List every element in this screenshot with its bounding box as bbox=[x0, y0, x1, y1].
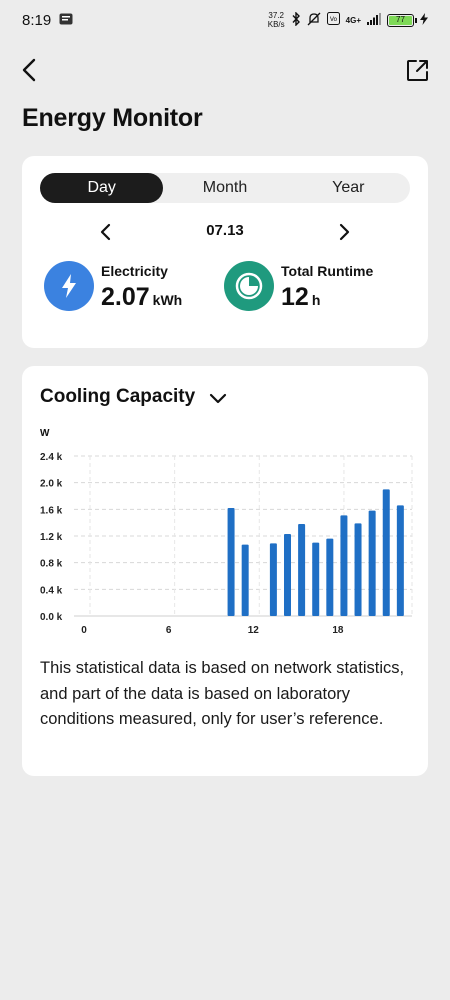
lightning-icon bbox=[44, 261, 94, 311]
chart-bar bbox=[298, 524, 306, 616]
x-tick-label: 12 bbox=[248, 625, 260, 636]
tab-day[interactable]: Day bbox=[40, 173, 164, 203]
disclaimer-text: This statistical data is based on networ… bbox=[40, 659, 405, 728]
net-speed-unit: KB/s bbox=[267, 20, 285, 29]
charging-icon bbox=[420, 12, 428, 28]
status-left: 8:19 bbox=[22, 12, 73, 29]
chart-bar bbox=[368, 510, 376, 616]
mute-icon bbox=[307, 12, 321, 29]
y-axis-label: W bbox=[40, 428, 50, 439]
status-right: 37.2 KB/s Vo 4G+ 77 bbox=[268, 10, 428, 29]
runtime-value-row: 12 h bbox=[281, 283, 320, 312]
y-tick-label: 2.0 k bbox=[40, 479, 63, 490]
bluetooth-icon bbox=[291, 10, 301, 29]
chart-bar bbox=[241, 544, 249, 616]
y-tick-label: 0.4 k bbox=[40, 585, 63, 596]
network-type: 4G+ bbox=[345, 15, 361, 25]
chart-bar bbox=[227, 508, 235, 616]
signal-icon bbox=[367, 12, 381, 28]
chart-bar bbox=[340, 515, 348, 616]
net-speed: 37.2 KB/s bbox=[268, 11, 285, 29]
share-icon bbox=[407, 60, 428, 81]
date-selector: 07.13 bbox=[22, 220, 428, 244]
period-tabs: Day Month Year bbox=[40, 173, 410, 203]
svg-text:Vo: Vo bbox=[330, 16, 338, 23]
back-arrow-icon bbox=[22, 58, 36, 82]
status-time: 8:19 bbox=[22, 11, 52, 29]
y-tick-label: 0.8 k bbox=[40, 559, 63, 570]
chart-metric-dropdown[interactable] bbox=[208, 388, 228, 408]
electricity-label: Electricity bbox=[101, 263, 168, 279]
y-tick-label: 0.0 k bbox=[40, 612, 63, 623]
chart-bar bbox=[312, 542, 320, 616]
chevron-right-icon bbox=[339, 223, 350, 241]
share-button[interactable] bbox=[404, 56, 432, 84]
y-tick-label: 1.2 k bbox=[40, 532, 63, 543]
cooling-capacity-chart: W 0.0 k 0.4 k 0.8 k 1.2 k 1.6 k 2.0 k 2.4 k 0 6 12… bbox=[40, 428, 413, 636]
top-nav bbox=[0, 50, 450, 90]
chart-card: Cooling Capacity W 0.0 k 0.4 k 0.8 k 1.2 k 1.… bbox=[22, 366, 428, 776]
chart-bar bbox=[326, 538, 334, 616]
chart-bar bbox=[396, 505, 404, 616]
volte-icon: Vo bbox=[326, 12, 340, 28]
chevron-down-icon bbox=[209, 393, 227, 404]
page-title: Energy Monitor bbox=[22, 104, 203, 132]
battery-icon: 77 bbox=[387, 13, 417, 27]
electricity-value: 2.07 bbox=[101, 283, 150, 311]
current-date: 07.13 bbox=[206, 222, 244, 239]
runtime-label: Total Runtime bbox=[281, 263, 374, 279]
runtime-unit: h bbox=[311, 292, 321, 308]
status-bar: 8:19 37.2 KB/s Vo 4G+ 77 bbox=[0, 0, 450, 40]
next-date-button[interactable] bbox=[334, 222, 354, 242]
summary-card: Day Month Year 07.13 Electricity 2.07 kWh… bbox=[22, 156, 428, 348]
y-tick-label: 2.4 k bbox=[40, 452, 63, 463]
net-speed-value: 37.2 bbox=[268, 11, 284, 20]
chart-bar bbox=[269, 543, 277, 616]
tab-month[interactable]: Month bbox=[163, 173, 286, 203]
chart-bar bbox=[354, 523, 362, 616]
back-button[interactable] bbox=[18, 54, 46, 86]
tab-year[interactable]: Year bbox=[287, 173, 410, 203]
runtime-value: 12 bbox=[281, 283, 309, 311]
x-tick-label: 0 bbox=[81, 625, 87, 636]
chart-title: Cooling Capacity bbox=[40, 386, 196, 407]
chart-bar bbox=[382, 489, 390, 616]
y-tick-label: 1.6 k bbox=[40, 505, 63, 516]
x-tick-label: 6 bbox=[166, 625, 172, 636]
electricity-unit: kWh bbox=[152, 292, 183, 308]
notification-icon bbox=[59, 12, 73, 28]
electricity-value-row: 2.07 kWh bbox=[101, 283, 182, 312]
clock-icon bbox=[224, 261, 274, 311]
battery-level: 77 bbox=[389, 15, 412, 25]
x-tick-label: 18 bbox=[332, 625, 344, 636]
chart-bar bbox=[284, 534, 292, 616]
